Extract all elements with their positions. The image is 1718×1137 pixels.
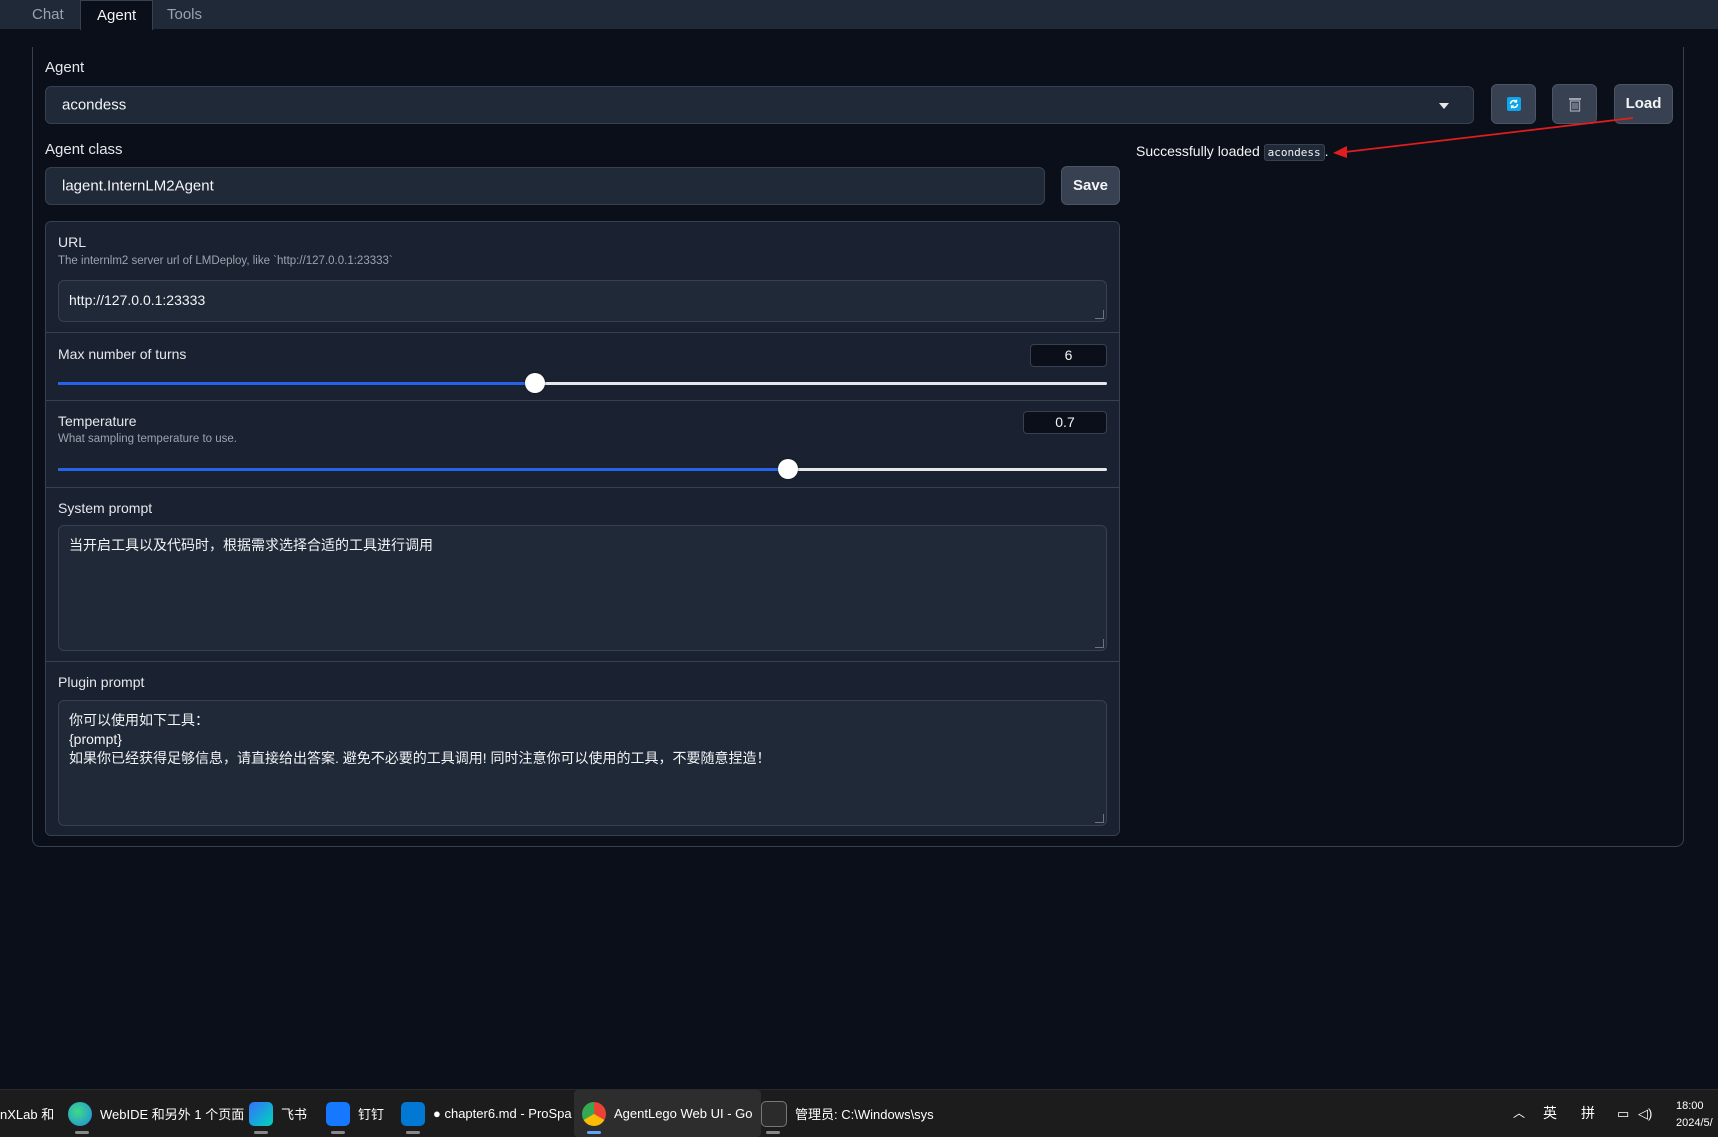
volume-icon[interactable]: ◁) bbox=[1638, 1090, 1652, 1137]
plugin-prompt-textarea[interactable]: 你可以使用如下工具： {prompt} 如果你已经获得足够信息，请直接给出答案.… bbox=[58, 700, 1107, 826]
tray-language[interactable]: 英 bbox=[1543, 1090, 1557, 1137]
edge-icon bbox=[68, 1101, 92, 1126]
temperature-slider-thumb[interactable] bbox=[778, 459, 799, 479]
url-value: http://127.0.0.1:23333 bbox=[69, 292, 206, 308]
temperature-slider[interactable] bbox=[58, 459, 1107, 479]
taskbar: nXLab 和 WebIDE 和另外 1 个页面 飞书 钉钉 ● chapter… bbox=[0, 1089, 1718, 1137]
system-prompt-block: System prompt 当开启工具以及代码时，根据需求选择合适的工具进行调用 bbox=[46, 488, 1119, 662]
plugin-prompt-line: {prompt} bbox=[69, 731, 122, 747]
feishu-icon bbox=[249, 1101, 273, 1126]
max-turns-label: Max number of turns bbox=[58, 346, 187, 362]
taskbar-item-label: 飞书 bbox=[281, 1107, 308, 1122]
taskbar-item-edge[interactable]: WebIDE 和另外 1 个页面 bbox=[68, 1090, 244, 1137]
taskbar-item-label: AgentLego Web UI - Go bbox=[614, 1106, 753, 1121]
clock-date[interactable]: 2024/5/ bbox=[1676, 1115, 1713, 1131]
max-turns-slider-thumb[interactable] bbox=[525, 373, 546, 393]
plugin-prompt-block: Plugin prompt 你可以使用如下工具： {prompt} 如果你已经获… bbox=[46, 662, 1119, 835]
taskbar-item-label: ● chapter6.md - ProSpa bbox=[433, 1106, 572, 1121]
plugin-prompt-label: Plugin prompt bbox=[58, 674, 145, 690]
vscode-icon bbox=[401, 1101, 425, 1126]
resize-handle-icon[interactable] bbox=[1095, 310, 1104, 319]
taskbar-item-chrome[interactable]: AgentLego Web UI - Go bbox=[574, 1090, 761, 1137]
taskbar-item-terminal[interactable]: 管理员: C:\Windows\sys bbox=[761, 1090, 934, 1137]
resize-handle-icon[interactable] bbox=[1095, 814, 1104, 823]
taskbar-item-dingtalk[interactable]: 钉钉 bbox=[326, 1090, 384, 1137]
resize-handle-icon[interactable] bbox=[1095, 639, 1104, 648]
plugin-prompt-value: 你可以使用如下工具： {prompt} 如果你已经获得足够信息，请直接给出答案.… bbox=[69, 711, 771, 768]
url-info: The internlm2 server url of LMDeploy, li… bbox=[58, 255, 393, 267]
taskbar-item-feishu[interactable]: 飞书 bbox=[249, 1090, 307, 1137]
temperature-label: Temperature bbox=[58, 413, 137, 429]
taskbar-item-label: WebIDE 和另外 1 个页面 bbox=[100, 1107, 245, 1122]
dingtalk-icon bbox=[326, 1101, 350, 1126]
chevron-up-icon[interactable]: ︿ bbox=[1513, 1090, 1525, 1137]
temperature-number-input[interactable]: 0.7 bbox=[1023, 411, 1107, 434]
temperature-info: What sampling temperature to use. bbox=[58, 433, 237, 445]
system-prompt-label: System prompt bbox=[58, 500, 153, 516]
url-label: URL bbox=[58, 234, 87, 250]
max-turns-slider[interactable] bbox=[58, 373, 1107, 393]
taskbar-item-label: nXLab 和 bbox=[0, 1107, 55, 1122]
running-indicator bbox=[254, 1131, 268, 1134]
taskbar-item-vscode[interactable]: ● chapter6.md - ProSpa bbox=[401, 1090, 572, 1137]
max-turns-slider-fill bbox=[58, 382, 536, 385]
running-indicator bbox=[331, 1131, 345, 1134]
clock-time[interactable]: 18:00 bbox=[1676, 1098, 1704, 1114]
temperature-block: Temperature What sampling temperature to… bbox=[46, 401, 1119, 488]
agent-config-group: URL The internlm2 server url of LMDeploy… bbox=[45, 221, 1120, 836]
chrome-icon bbox=[582, 1101, 606, 1126]
system-prompt-textarea[interactable]: 当开启工具以及代码时，根据需求选择合适的工具进行调用 bbox=[58, 525, 1107, 651]
plugin-prompt-line: 你可以使用如下工具： bbox=[69, 712, 209, 728]
taskbar-item-label: 管理员: C:\Windows\sys bbox=[795, 1107, 934, 1122]
taskbar-item-label: 钉钉 bbox=[358, 1107, 385, 1122]
plugin-prompt-line: 如果你已经获得足够信息，请直接给出答案. 避免不必要的工具调用! 同时注意你可以… bbox=[69, 750, 771, 766]
tray-ime[interactable]: 拼 bbox=[1581, 1090, 1595, 1137]
temperature-slider-fill bbox=[58, 468, 789, 471]
running-indicator bbox=[766, 1131, 780, 1134]
taskbar-item[interactable]: nXLab 和 bbox=[0, 1090, 54, 1137]
running-indicator bbox=[406, 1131, 420, 1134]
max-turns-block: Max number of turns 6 bbox=[46, 333, 1119, 401]
url-input[interactable]: http://127.0.0.1:23333 bbox=[58, 280, 1107, 322]
terminal-icon bbox=[761, 1100, 787, 1127]
url-block: URL The internlm2 server url of LMDeploy… bbox=[46, 222, 1119, 333]
running-indicator bbox=[587, 1131, 601, 1134]
max-turns-number-input[interactable]: 6 bbox=[1030, 344, 1107, 367]
system-prompt-value: 当开启工具以及代码时，根据需求选择合适的工具进行调用 bbox=[69, 537, 433, 553]
running-indicator bbox=[75, 1131, 89, 1134]
network-icon[interactable]: ▭ bbox=[1617, 1090, 1629, 1137]
